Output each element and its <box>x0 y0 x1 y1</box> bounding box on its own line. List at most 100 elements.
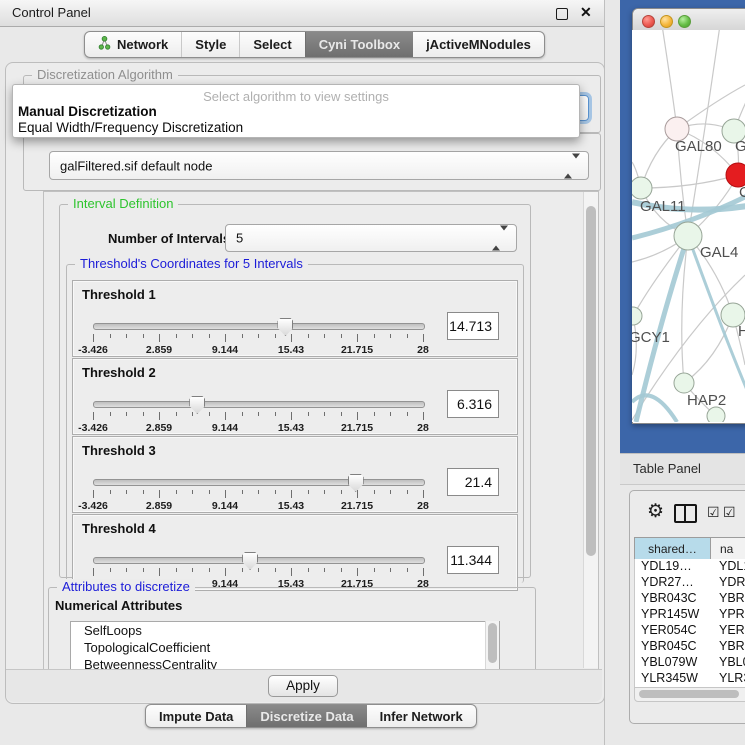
table-data-combobox[interactable]: galFiltered.sif default node <box>49 151 589 180</box>
tab-network[interactable]: Network <box>85 32 181 57</box>
network-node[interactable] <box>632 307 642 325</box>
cell-shared-name[interactable]: YPR145W <box>635 607 711 623</box>
algorithm-dropdown-popup: Select algorithm to view settings Manual… <box>12 84 580 138</box>
network-node[interactable] <box>674 373 694 393</box>
tab-style[interactable]: Style <box>181 32 239 57</box>
network-node[interactable] <box>632 177 652 199</box>
tick-mark <box>357 490 358 498</box>
scrollbar-thumb[interactable] <box>586 206 596 556</box>
tick-mark <box>176 568 177 572</box>
tick-mark <box>143 334 144 338</box>
cell-shared-name[interactable]: YDR27… <box>635 575 711 591</box>
cell-name[interactable]: YBL0 <box>711 655 745 671</box>
attributes-list-scrollbar[interactable] <box>485 621 499 669</box>
tab-label: Impute Data <box>159 709 233 724</box>
cell-name[interactable]: YBR0 <box>711 591 745 607</box>
cell-name[interactable]: YBR0 <box>711 639 745 655</box>
network-node[interactable] <box>707 407 725 422</box>
apply-button[interactable]: Apply <box>268 675 338 697</box>
cell-shared-name[interactable]: YER054C <box>635 623 711 639</box>
tick-label: 15.43 <box>278 500 304 512</box>
minimize-traffic-light-icon[interactable] <box>660 15 673 28</box>
threshold-3-value-field[interactable] <box>447 468 499 496</box>
float-window-icon[interactable] <box>556 8 568 20</box>
dropdown-option-equal-width-frequency[interactable]: Equal Width/Frequency Discretization <box>18 120 243 135</box>
cell-shared-name[interactable]: YDL19… <box>635 559 711 575</box>
tick-label: 2.859 <box>146 344 172 356</box>
table-row[interactable]: YDL19…YDL1 <box>635 559 745 575</box>
tick-mark <box>192 334 193 338</box>
number-of-intervals-value: 5 <box>236 231 243 246</box>
threshold-2-value-field[interactable] <box>447 390 499 418</box>
network-edge[interactable] <box>641 175 738 188</box>
cell-shared-name[interactable]: YBR045C <box>635 639 711 655</box>
numerical-attributes-heading: Numerical Attributes <box>55 598 182 613</box>
node-table-body[interactable]: YDL19…YDL1YDR27…YDR2YBR043CYBR0YPR145WYP… <box>634 559 745 687</box>
close-window-icon[interactable]: ✕ <box>580 4 592 21</box>
table-row[interactable]: YBL079WYBL0 <box>635 655 745 671</box>
table-row[interactable]: YLR345WYLR3 <box>635 671 745 687</box>
threshold-3-slider[interactable] <box>93 479 425 486</box>
select-none-checkbox-icon[interactable]: ☑ <box>723 505 736 519</box>
settings-scrollpane: Interval Definition Number of Intervals … <box>43 191 599 671</box>
column-header-name[interactable]: na <box>711 538 745 560</box>
tick-mark <box>209 568 210 572</box>
column-header-shared-name[interactable]: shared… <box>635 538 711 560</box>
table-row[interactable]: YER054CYER0 <box>635 623 745 639</box>
numerical-attributes-list[interactable]: SelfLoopsTopologicalCoefficientBetweenne… <box>70 621 500 670</box>
network-edge[interactable] <box>633 236 688 316</box>
close-traffic-light-icon[interactable] <box>642 15 655 28</box>
attribute-item[interactable]: BetweennessCentrality <box>71 656 499 670</box>
tick-mark <box>93 334 94 342</box>
threshold-2-panel: Threshold 2 -3.4262.8599.14415.4321.7152… <box>72 358 518 435</box>
threshold-1-value-field[interactable] <box>447 312 499 340</box>
cell-name[interactable]: YER0 <box>711 623 745 639</box>
attribute-item[interactable]: TopologicalCoefficient <box>71 639 499 656</box>
table-row[interactable]: YBR043CYBR0 <box>635 591 745 607</box>
cell-name[interactable]: YLR3 <box>711 671 745 687</box>
tick-mark <box>390 568 391 572</box>
threshold-3-label: Threshold 3 <box>82 443 156 458</box>
threshold-2-slider[interactable] <box>93 401 425 408</box>
dropdown-option-manual-discretization[interactable]: Manual Discretization <box>18 104 157 119</box>
scrollbar-thumb[interactable] <box>488 623 497 663</box>
tab-jactivemnodules[interactable]: jActiveMNodules <box>413 32 544 57</box>
apply-bar: Apply <box>6 669 602 702</box>
table-row[interactable]: YDR27…YDR2 <box>635 575 745 591</box>
tab-infer-network[interactable]: Infer Network <box>367 705 476 727</box>
threshold-4-slider[interactable] <box>93 557 425 564</box>
cell-name[interactable]: YDL1 <box>711 559 745 575</box>
cell-shared-name[interactable]: YBR043C <box>635 591 711 607</box>
table-row[interactable]: YBR045CYBR0 <box>635 639 745 655</box>
column-selector-icon[interactable] <box>674 504 697 523</box>
cell-shared-name[interactable]: YBL079W <box>635 655 711 671</box>
tab-label: Cyni Toolbox <box>319 37 400 52</box>
tab-select[interactable]: Select <box>239 32 304 57</box>
cell-name[interactable]: YDR2 <box>711 575 745 591</box>
network-node[interactable] <box>674 222 702 250</box>
network-edge[interactable] <box>662 30 677 129</box>
threshold-4-value-field[interactable] <box>447 546 499 574</box>
tab-impute-data[interactable]: Impute Data <box>146 705 246 727</box>
network-edge[interactable] <box>688 30 720 236</box>
scrollbar-thumb[interactable] <box>639 690 739 698</box>
cell-name[interactable]: YPR1 <box>711 607 745 623</box>
table-settings-gear-icon[interactable]: ⚙ <box>647 502 664 521</box>
number-of-intervals-combobox[interactable]: 5 <box>225 224 517 252</box>
network-canvas[interactable]: GAL80GACGAL11GAL4GCY1HHAP2 <box>632 30 745 422</box>
settings-vertical-scrollbar[interactable] <box>583 192 598 668</box>
tick-mark <box>225 412 226 420</box>
cyni-bottom-tabbar: Impute Data Discretize Data Infer Networ… <box>145 704 477 728</box>
tab-discretize-data[interactable]: Discretize Data <box>246 705 366 727</box>
tab-cyni-toolbox[interactable]: Cyni Toolbox <box>305 32 413 57</box>
zoom-traffic-light-icon[interactable] <box>678 15 691 28</box>
attribute-item[interactable]: SelfLoops <box>71 622 499 639</box>
select-all-checkbox-icon[interactable]: ☑ <box>707 505 720 519</box>
tick-mark <box>258 490 259 494</box>
cell-shared-name[interactable]: YLR345W <box>635 671 711 687</box>
threshold-1-slider[interactable] <box>93 323 425 330</box>
network-edge[interactable] <box>684 315 733 383</box>
table-row[interactable]: YPR145WYPR1 <box>635 607 745 623</box>
table-horizontal-scrollbar[interactable] <box>634 687 745 702</box>
tick-mark <box>390 334 391 338</box>
